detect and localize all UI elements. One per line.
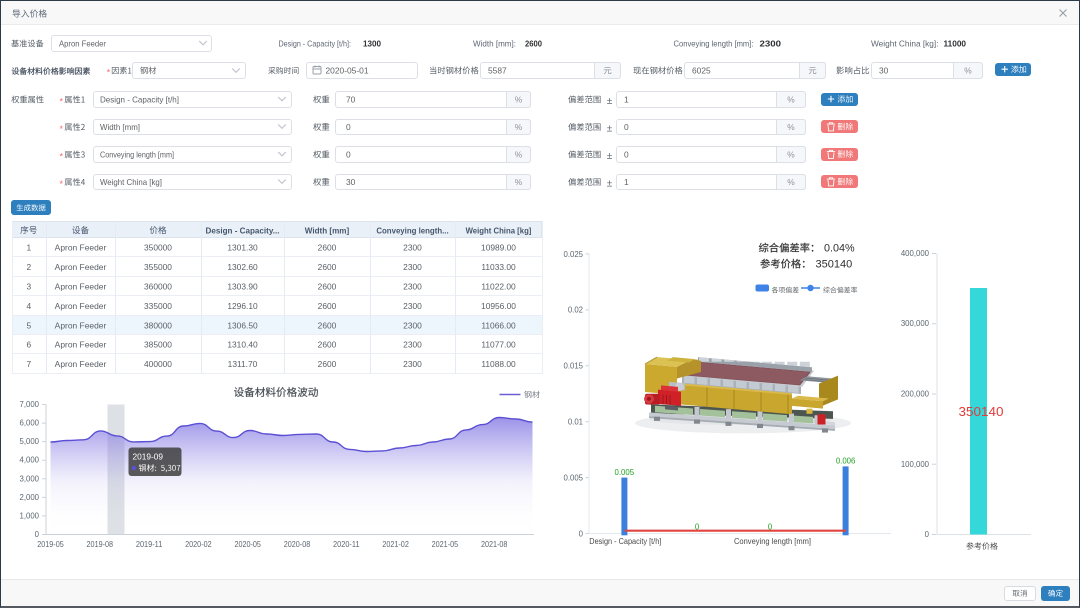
svg-text:0.015: 0.015 [563,362,583,371]
svg-text:2019-08: 2019-08 [87,540,114,549]
svg-text:2,000: 2,000 [19,493,39,502]
svg-text:6,000: 6,000 [19,419,39,428]
svg-text:100,000: 100,000 [901,460,930,469]
svg-text:0.01: 0.01 [568,418,583,427]
svg-text:0: 0 [579,529,584,538]
svg-text:2020-11: 2020-11 [333,540,360,549]
svg-text:±: ± [607,124,613,135]
svg-text:2021-05: 2021-05 [432,540,459,549]
svg-text:±: ± [607,96,613,107]
svg-text:11000: 11000 [944,39,967,49]
svg-text:0.02: 0.02 [568,306,583,315]
svg-text:2019-05: 2019-05 [37,540,64,549]
svg-text:0: 0 [35,530,40,539]
svg-text:2019-11: 2019-11 [136,540,163,549]
svg-text:1,000: 1,000 [19,511,39,520]
svg-text:2020-02: 2020-02 [185,540,212,549]
svg-text:2021-02: 2021-02 [382,540,409,549]
svg-text:7,000: 7,000 [19,400,39,409]
svg-text:*: * [60,152,64,162]
svg-text:0: 0 [768,523,773,532]
svg-text:2020-05: 2020-05 [234,540,261,549]
svg-text:2020-08: 2020-08 [284,540,311,549]
svg-text:2600: 2600 [525,39,542,49]
svg-text:200,000: 200,000 [901,390,930,399]
svg-text:1300: 1300 [363,39,381,49]
svg-text:5,000: 5,000 [19,437,39,446]
svg-text:0.005: 0.005 [615,468,635,477]
svg-text:±: ± [607,179,613,190]
svg-text:350140: 350140 [816,259,853,271]
svg-text:*: * [60,124,64,134]
svg-text:0.005: 0.005 [563,473,583,482]
svg-text:Weight China [kg]:: Weight China [kg]: [871,39,939,49]
svg-text:350140: 350140 [959,405,1004,419]
svg-text:±: ± [607,151,613,162]
svg-text:0: 0 [695,523,700,532]
svg-text:0.006: 0.006 [836,457,856,466]
svg-text:Conveying length [mm]: Conveying length [mm] [734,537,811,546]
svg-text:0.025: 0.025 [563,250,583,259]
svg-text:4,000: 4,000 [19,456,39,465]
svg-text:0: 0 [925,530,930,539]
svg-text:Width [mm]:: Width [mm]: [473,39,516,49]
svg-text:2019-09: 2019-09 [133,451,164,461]
svg-text:*: * [60,179,64,189]
svg-text:400,000: 400,000 [901,249,930,258]
svg-text:Conveying length [mm]:: Conveying length [mm]: [674,39,754,49]
svg-text:3,000: 3,000 [19,474,39,483]
svg-text:*: * [107,68,111,78]
svg-text:300,000: 300,000 [901,319,930,328]
svg-text:Design - Capacity [t/h]:: Design - Capacity [t/h]: [279,39,352,49]
svg-text:*: * [60,97,64,107]
svg-text:Design - Capacity [t/h]: Design - Capacity [t/h] [589,537,661,546]
svg-text:2021-08: 2021-08 [481,540,508,549]
svg-text:2300: 2300 [760,39,782,49]
svg-text:0.04%: 0.04% [824,243,855,255]
